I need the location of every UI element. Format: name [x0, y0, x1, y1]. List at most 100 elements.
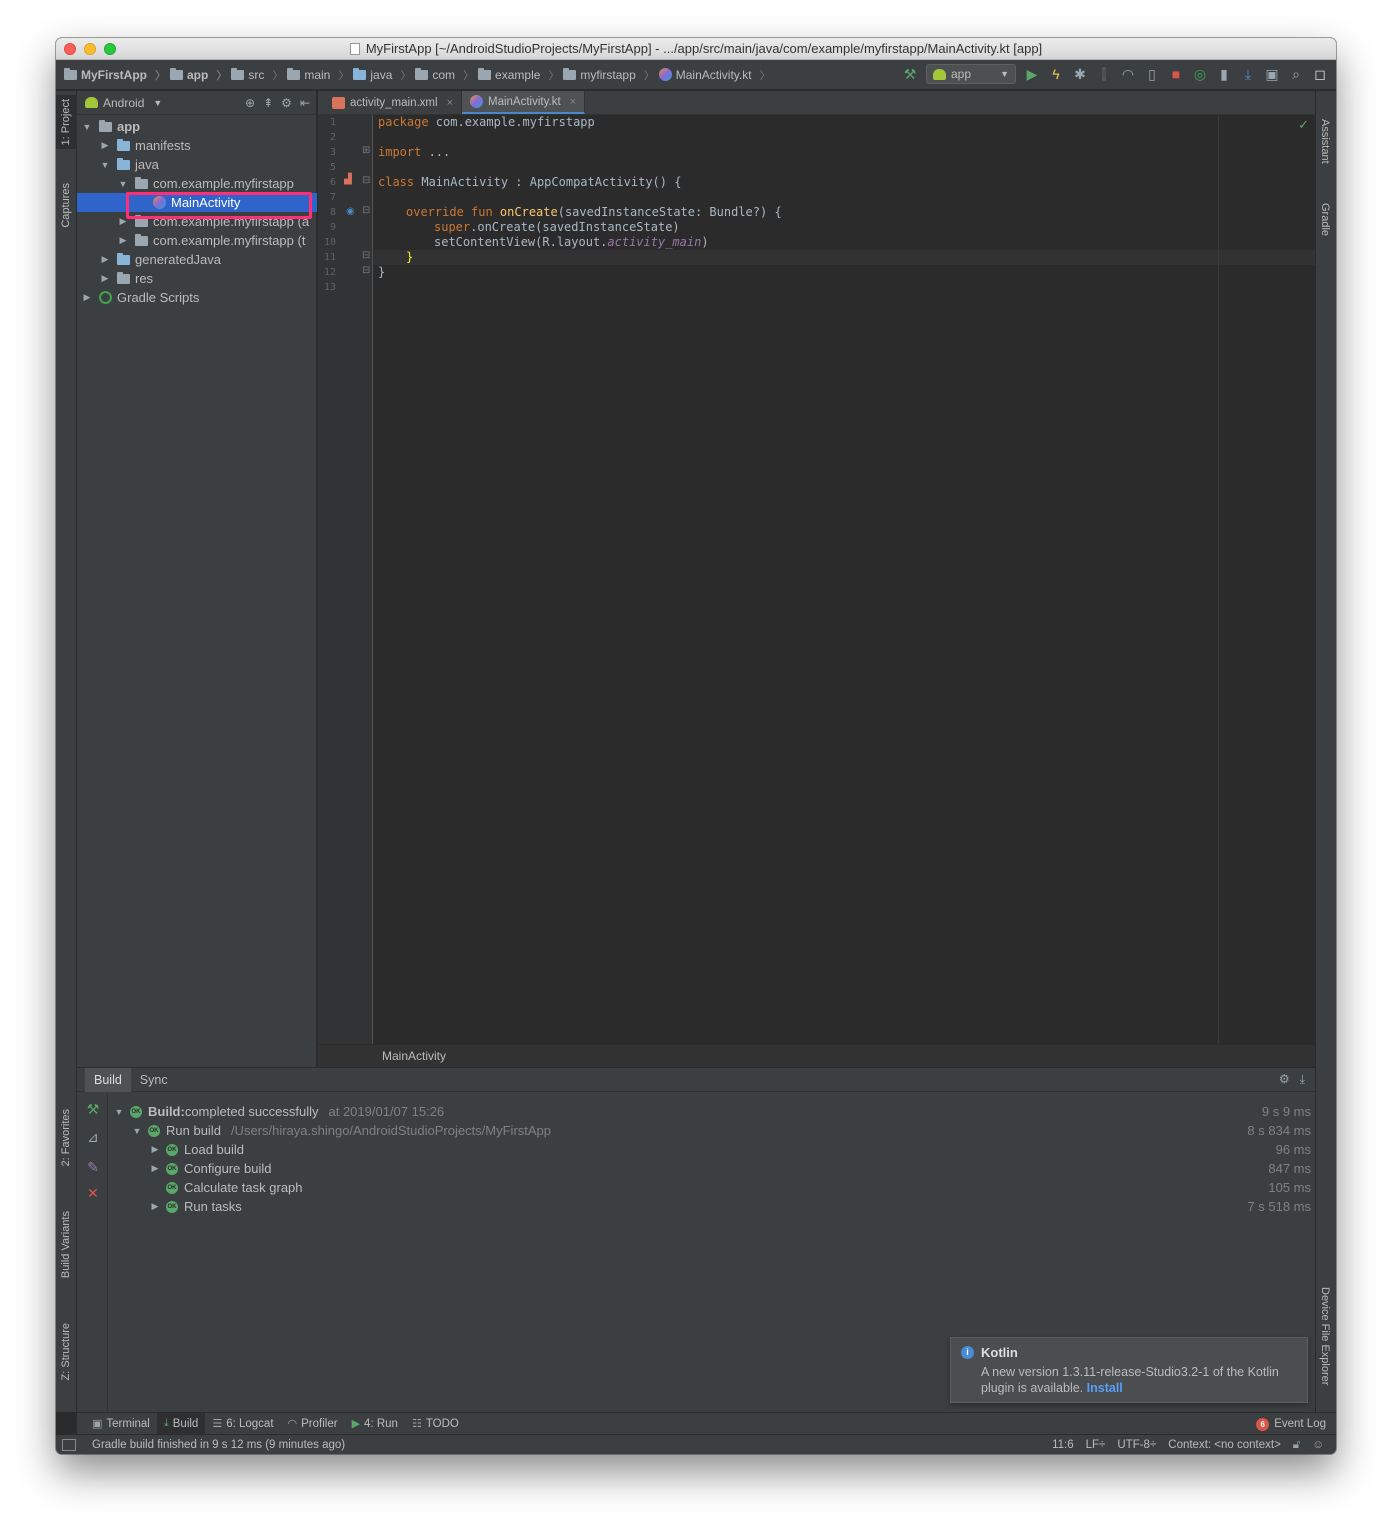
stop-icon[interactable]: ■ [1168, 66, 1184, 82]
close-icon[interactable]: × [570, 96, 576, 108]
package-icon [415, 67, 429, 80]
debug-icon[interactable]: ✱ [1072, 66, 1088, 82]
build-row-run-build[interactable]: ▼ OK Run build/Users/hiraya.shingo/Android… [131, 1121, 552, 1140]
locate-icon[interactable]: ⊕ [245, 96, 255, 110]
build-row-calculate-task-graph[interactable]: OK Calculate task graph [149, 1178, 303, 1197]
toggle-view-icon[interactable]: ⊿ [85, 1129, 101, 1145]
tab-build[interactable]: Build [85, 1067, 131, 1092]
tool-tab-captures[interactable]: Captures [56, 179, 77, 232]
breadcrumb-class[interactable]: MainActivity [382, 1049, 446, 1063]
tab-main-activity-kt[interactable]: MainActivity.kt × [462, 91, 586, 114]
close-icon[interactable]: ✕ [85, 1185, 101, 1201]
tool-button-terminal[interactable]: ▣ Terminal [85, 1413, 157, 1435]
right-tool-strip: Assistant Gradle Device File Explorer [1315, 91, 1336, 1412]
tree-node-generated-java[interactable]: ▶ generatedJava [77, 250, 317, 269]
run-config-select[interactable]: app ▼ [926, 64, 1016, 84]
event-count-badge: 6 [1256, 1417, 1270, 1431]
hide-panel-icon[interactable]: ⤓ [1300, 1072, 1305, 1087]
crumb-com[interactable]: com 〉 [415, 67, 474, 83]
code-line-3: import ... [378, 145, 451, 159]
fold-icon[interactable]: ⊟ [362, 175, 370, 186]
tab-activity-main-xml[interactable]: activity_main.xml × [324, 91, 462, 114]
project-structure-icon[interactable]: ▣ [1264, 66, 1280, 82]
attach-debugger-icon[interactable]: ⫿ [1096, 66, 1112, 82]
fold-icon[interactable]: ⊟ [362, 250, 370, 261]
tree-node-java[interactable]: ▼ java [77, 155, 317, 174]
kotlin-file-icon [658, 68, 672, 81]
tree-node-package-main[interactable]: ▼ com.example.myfirstapp [77, 174, 317, 193]
build-row-summary[interactable]: ▼ OK Build: completed successfully at 2019/… [113, 1102, 445, 1121]
coverage-icon[interactable]: ▯ [1144, 66, 1160, 82]
build-row-load-build[interactable]: ▶ OK Load build [149, 1140, 244, 1159]
context-indicator[interactable]: Context: <no context> [1168, 1439, 1281, 1451]
build-row-configure-build[interactable]: ▶ OK Configure build [149, 1159, 272, 1178]
tool-button-run[interactable]: ▶ 4: Run [345, 1413, 405, 1435]
hide-panel-icon[interactable]: ⇤ [300, 96, 310, 110]
status-bar: Gradle build finished in 9 s 12 ms (9 mi… [56, 1434, 1336, 1454]
minimize-window-button[interactable] [84, 43, 96, 55]
sync-gradle-icon[interactable]: ◎ [1192, 66, 1208, 82]
apply-changes-icon[interactable]: ϟ [1048, 66, 1064, 82]
crumb-myfirstapp[interactable]: myfirstapp 〉 [563, 67, 655, 83]
tool-button-profiler[interactable]: ◠ Profiler [281, 1413, 345, 1435]
crumb-example[interactable]: example 〉 [478, 67, 559, 83]
lock-icon[interactable]: 🔓︎ [1293, 1439, 1300, 1452]
toggle-tool-windows-icon[interactable] [62, 1438, 76, 1451]
tree-node-app[interactable]: ▼ app [77, 117, 317, 136]
gear-icon[interactable]: ⚙ [281, 96, 292, 110]
crumb-main[interactable]: main 〉 [287, 67, 349, 83]
tool-tab-gradle[interactable]: Gradle [1315, 199, 1336, 240]
project-view-select[interactable]: Android [103, 96, 144, 110]
logcat-icon: ☰ [212, 1418, 223, 1430]
tree-node-gradle-scripts[interactable]: ▶ Gradle Scripts [77, 288, 317, 307]
inspection-ok-icon[interactable]: ✓ [1298, 117, 1309, 133]
tool-button-event-log[interactable]: 6 Event Log [1256, 1413, 1326, 1435]
run-icon[interactable]: ▶ [1024, 66, 1040, 82]
main-toolbar: ⚒ app ▼ ▶ ϟ ✱ ⫿ ◠ ▯ ■ ◎ ▮ ⤓ ▣ ⌕ ◻ [902, 64, 1328, 84]
line-separator[interactable]: LF÷ [1086, 1439, 1106, 1451]
file-encoding[interactable]: UTF-8÷ [1117, 1439, 1156, 1451]
tree-node-manifests[interactable]: ▶ manifests [77, 136, 317, 155]
build-row-run-tasks[interactable]: ▶ OK Run tasks [149, 1197, 242, 1216]
override-marker-icon[interactable]: ◉ [346, 206, 355, 217]
sdk-manager-icon[interactable]: ⤓ [1240, 66, 1256, 82]
collapse-all-icon[interactable]: ⇞ [263, 96, 273, 110]
crumb-file[interactable]: MainActivity.kt 〉 [658, 67, 771, 83]
tool-tab-structure[interactable]: Z: Structure [56, 1319, 77, 1384]
crumb-java[interactable]: java 〉 [353, 67, 411, 83]
layout-inspector-icon[interactable]: ◻ [1312, 66, 1328, 82]
hammer-icon[interactable]: ⚒ [902, 66, 918, 82]
crumb-app[interactable]: app 〉 [170, 67, 227, 83]
pin-icon[interactable]: ✎ [85, 1159, 101, 1175]
profile-icon[interactable]: ◠ [1120, 66, 1136, 82]
fold-icon[interactable]: ⊟ [362, 265, 370, 276]
fold-icon[interactable]: ⊟ [362, 205, 370, 216]
tool-tab-build-variants[interactable]: Build Variants [56, 1207, 77, 1282]
hector-icon[interactable]: ☺ [1312, 1439, 1324, 1451]
tool-tab-device-file-explorer[interactable]: Device File Explorer [1315, 1283, 1336, 1389]
close-window-button[interactable] [64, 43, 76, 55]
tool-button-todo[interactable]: ☷ TODO [405, 1413, 466, 1435]
code-editor[interactable]: 1 2 3 5 6 7 8 9 10 11 12 13 ▟ ◉ ⊞ ⊟ ⊟ ⊟ … [318, 115, 1315, 1044]
tab-sync[interactable]: Sync [131, 1068, 177, 1092]
search-icon[interactable]: ⌕ [1288, 66, 1304, 82]
fold-icon[interactable]: ⊞ [362, 145, 370, 156]
tool-tab-project[interactable]: 1: Project [56, 95, 77, 150]
gear-icon[interactable]: ⚙ [1279, 1072, 1290, 1087]
tool-tab-assistant[interactable]: Assistant [1315, 115, 1336, 168]
tree-node-package-test[interactable]: ▶ com.example.myfirstapp (t [77, 231, 317, 250]
avd-manager-icon[interactable]: ▮ [1216, 66, 1232, 82]
install-link[interactable]: Install [1087, 1381, 1123, 1395]
tool-tab-favorites[interactable]: 2: Favorites [56, 1105, 77, 1170]
chevron-down-icon[interactable]: ▼ [153, 98, 162, 108]
tool-button-logcat[interactable]: ☰ 6: Logcat [205, 1413, 280, 1435]
tree-node-res[interactable]: ▶ res [77, 269, 317, 288]
crumb-src[interactable]: src 〉 [231, 67, 283, 83]
hammer-icon[interactable]: ⚒ [85, 1101, 101, 1117]
caret-position[interactable]: 11:6 [1052, 1439, 1074, 1451]
crumb-project[interactable]: MyFirstApp 〉 [64, 67, 166, 83]
layout-link-icon[interactable]: ▟ [344, 174, 352, 185]
maximize-window-button[interactable] [104, 43, 116, 55]
tool-button-build[interactable]: ⤓ Build [156, 1412, 206, 1435]
close-icon[interactable]: × [447, 97, 453, 109]
